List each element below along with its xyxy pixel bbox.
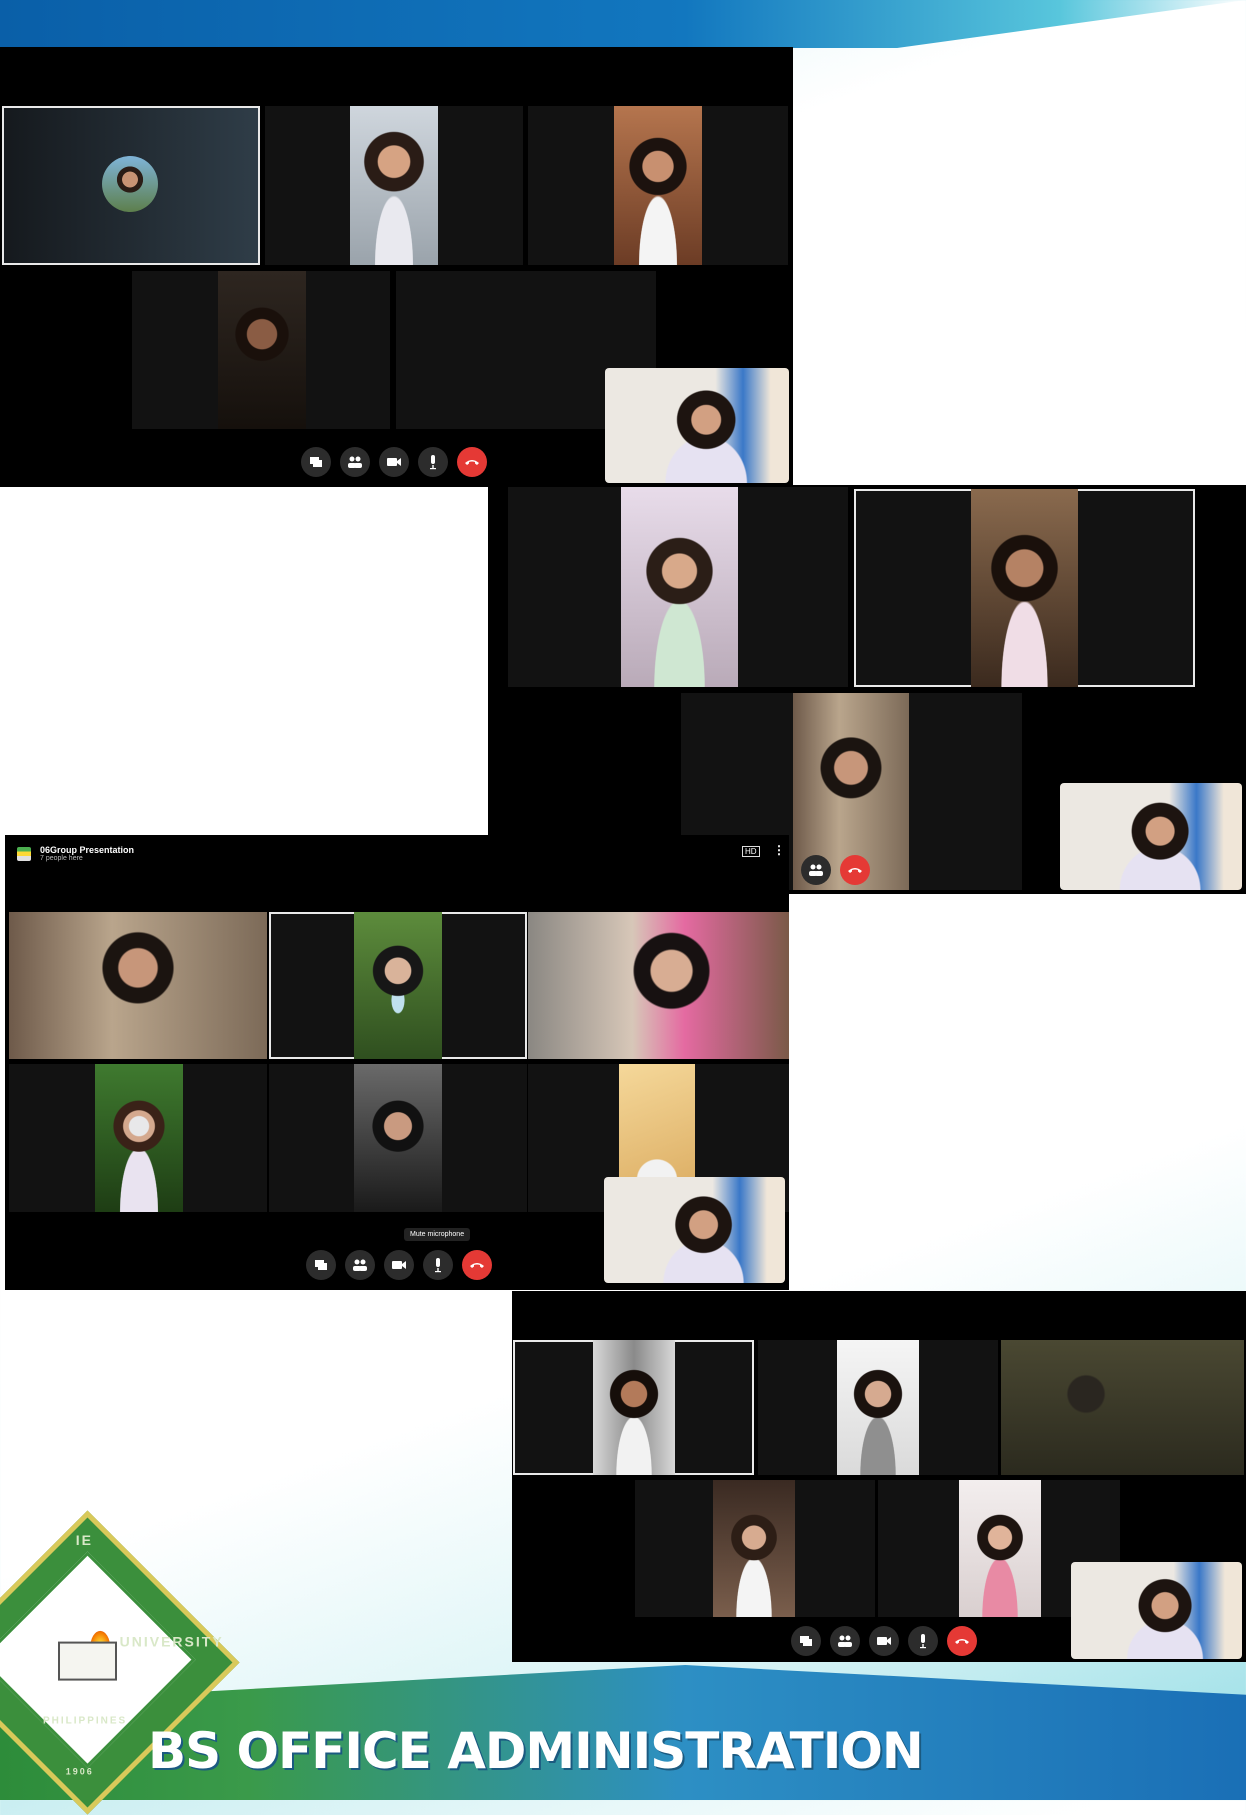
- present-screen-button[interactable]: [791, 1626, 821, 1656]
- camera-icon: [877, 1637, 891, 1645]
- microphone-button[interactable]: [908, 1626, 938, 1656]
- participant-video: [350, 106, 438, 265]
- logo-text-bottom: PHILIPPINES: [42, 1715, 128, 1727]
- logo-text-left: IE: [75, 1531, 94, 1548]
- participant-tile[interactable]: [132, 271, 390, 429]
- participant-tile-active[interactable]: [269, 912, 527, 1059]
- screen-icon: [315, 1260, 327, 1270]
- end-call-button[interactable]: [462, 1250, 492, 1280]
- participant-tile[interactable]: [269, 1064, 527, 1212]
- participant-video: [959, 1480, 1041, 1617]
- participant-video: [95, 1064, 183, 1212]
- participant-video: [354, 912, 442, 1059]
- microphone-icon: [435, 1258, 441, 1273]
- camera-button[interactable]: [869, 1626, 899, 1656]
- participants-button[interactable]: [345, 1250, 375, 1280]
- participants-button[interactable]: [340, 447, 370, 477]
- call-controls: [791, 1626, 977, 1656]
- participant-video: [621, 487, 738, 687]
- group-title: 06Group Presentation: [40, 845, 135, 855]
- hang-up-icon: [465, 460, 479, 465]
- people-icon: [348, 456, 362, 468]
- participant-tile-active[interactable]: [513, 1340, 754, 1475]
- participant-tile[interactable]: [9, 912, 267, 1059]
- participant-video: [528, 912, 789, 1059]
- participant-video: [218, 271, 306, 429]
- participant-tile[interactable]: [528, 912, 789, 1059]
- camera-icon: [392, 1261, 406, 1269]
- microphone-icon: [430, 455, 436, 470]
- hang-up-icon: [955, 1639, 969, 1644]
- participant-tile[interactable]: [508, 487, 848, 687]
- microphone-icon: [920, 1634, 926, 1649]
- participant-video: [837, 1340, 919, 1475]
- participant-tile[interactable]: [758, 1340, 998, 1475]
- header-blue-band: [0, 0, 1246, 48]
- camera-button[interactable]: [379, 447, 409, 477]
- people-icon: [838, 1635, 852, 1647]
- call-controls: [801, 855, 870, 885]
- call-screenshot-1: [0, 47, 793, 487]
- participants-button[interactable]: [801, 855, 831, 885]
- participant-video: [713, 1480, 795, 1617]
- participant-tile[interactable]: [265, 106, 523, 265]
- participant-video: [1001, 1340, 1244, 1475]
- participant-tile-avatar[interactable]: [2, 106, 260, 265]
- self-view[interactable]: [604, 1177, 785, 1283]
- screen-icon: [800, 1636, 812, 1646]
- microphone-button[interactable]: [418, 447, 448, 477]
- microphone-button[interactable]: [423, 1250, 453, 1280]
- present-screen-button[interactable]: [301, 447, 331, 477]
- logo-year: 1906: [65, 1766, 94, 1777]
- open-book-icon: [58, 1641, 117, 1681]
- participant-tile[interactable]: [635, 1480, 875, 1617]
- participant-tile[interactable]: [1001, 1340, 1244, 1475]
- participant-video: [614, 106, 702, 265]
- call-controls: [301, 447, 487, 477]
- call-screenshot-4: [512, 1291, 1246, 1662]
- program-title: BS OFFICE ADMINISTRATION: [148, 1722, 924, 1780]
- participant-video: [971, 489, 1078, 687]
- participant-avatar: [102, 156, 158, 212]
- end-call-button[interactable]: [457, 447, 487, 477]
- participants-button[interactable]: [830, 1626, 860, 1656]
- meeting-header: 06Group Presentation 7 people here HD ⋮: [5, 835, 789, 885]
- more-options-icon[interactable]: ⋮: [773, 843, 785, 857]
- participant-tile-active[interactable]: [854, 489, 1195, 687]
- call-controls: [306, 1250, 492, 1280]
- call-screenshot-2: [488, 485, 1246, 894]
- self-view[interactable]: [605, 368, 789, 483]
- participant-tile[interactable]: [9, 1064, 267, 1212]
- end-call-button[interactable]: [947, 1626, 977, 1656]
- present-screen-button[interactable]: [306, 1250, 336, 1280]
- logo-text-top: UNIVERSITY: [119, 1633, 224, 1650]
- mute-microphone-tooltip: Mute microphone: [404, 1228, 471, 1241]
- participant-video: [593, 1340, 675, 1475]
- call-screenshot-3: 06Group Presentation 7 people here HD ⋮ …: [5, 835, 789, 1290]
- group-icon: [17, 847, 31, 861]
- self-view[interactable]: [1071, 1562, 1242, 1659]
- participant-video: [354, 1064, 442, 1212]
- participant-count: 7 people here: [40, 855, 83, 862]
- camera-button[interactable]: [384, 1250, 414, 1280]
- people-icon: [809, 864, 823, 876]
- hang-up-icon: [470, 1263, 484, 1268]
- hang-up-icon: [848, 868, 862, 873]
- people-icon: [353, 1259, 367, 1271]
- participant-video: [9, 912, 267, 1059]
- end-call-button[interactable]: [840, 855, 870, 885]
- participant-tile[interactable]: [528, 106, 788, 265]
- screen-icon: [310, 457, 322, 467]
- self-view[interactable]: [1060, 783, 1242, 890]
- camera-icon: [387, 458, 401, 466]
- hd-toggle[interactable]: HD: [742, 846, 760, 857]
